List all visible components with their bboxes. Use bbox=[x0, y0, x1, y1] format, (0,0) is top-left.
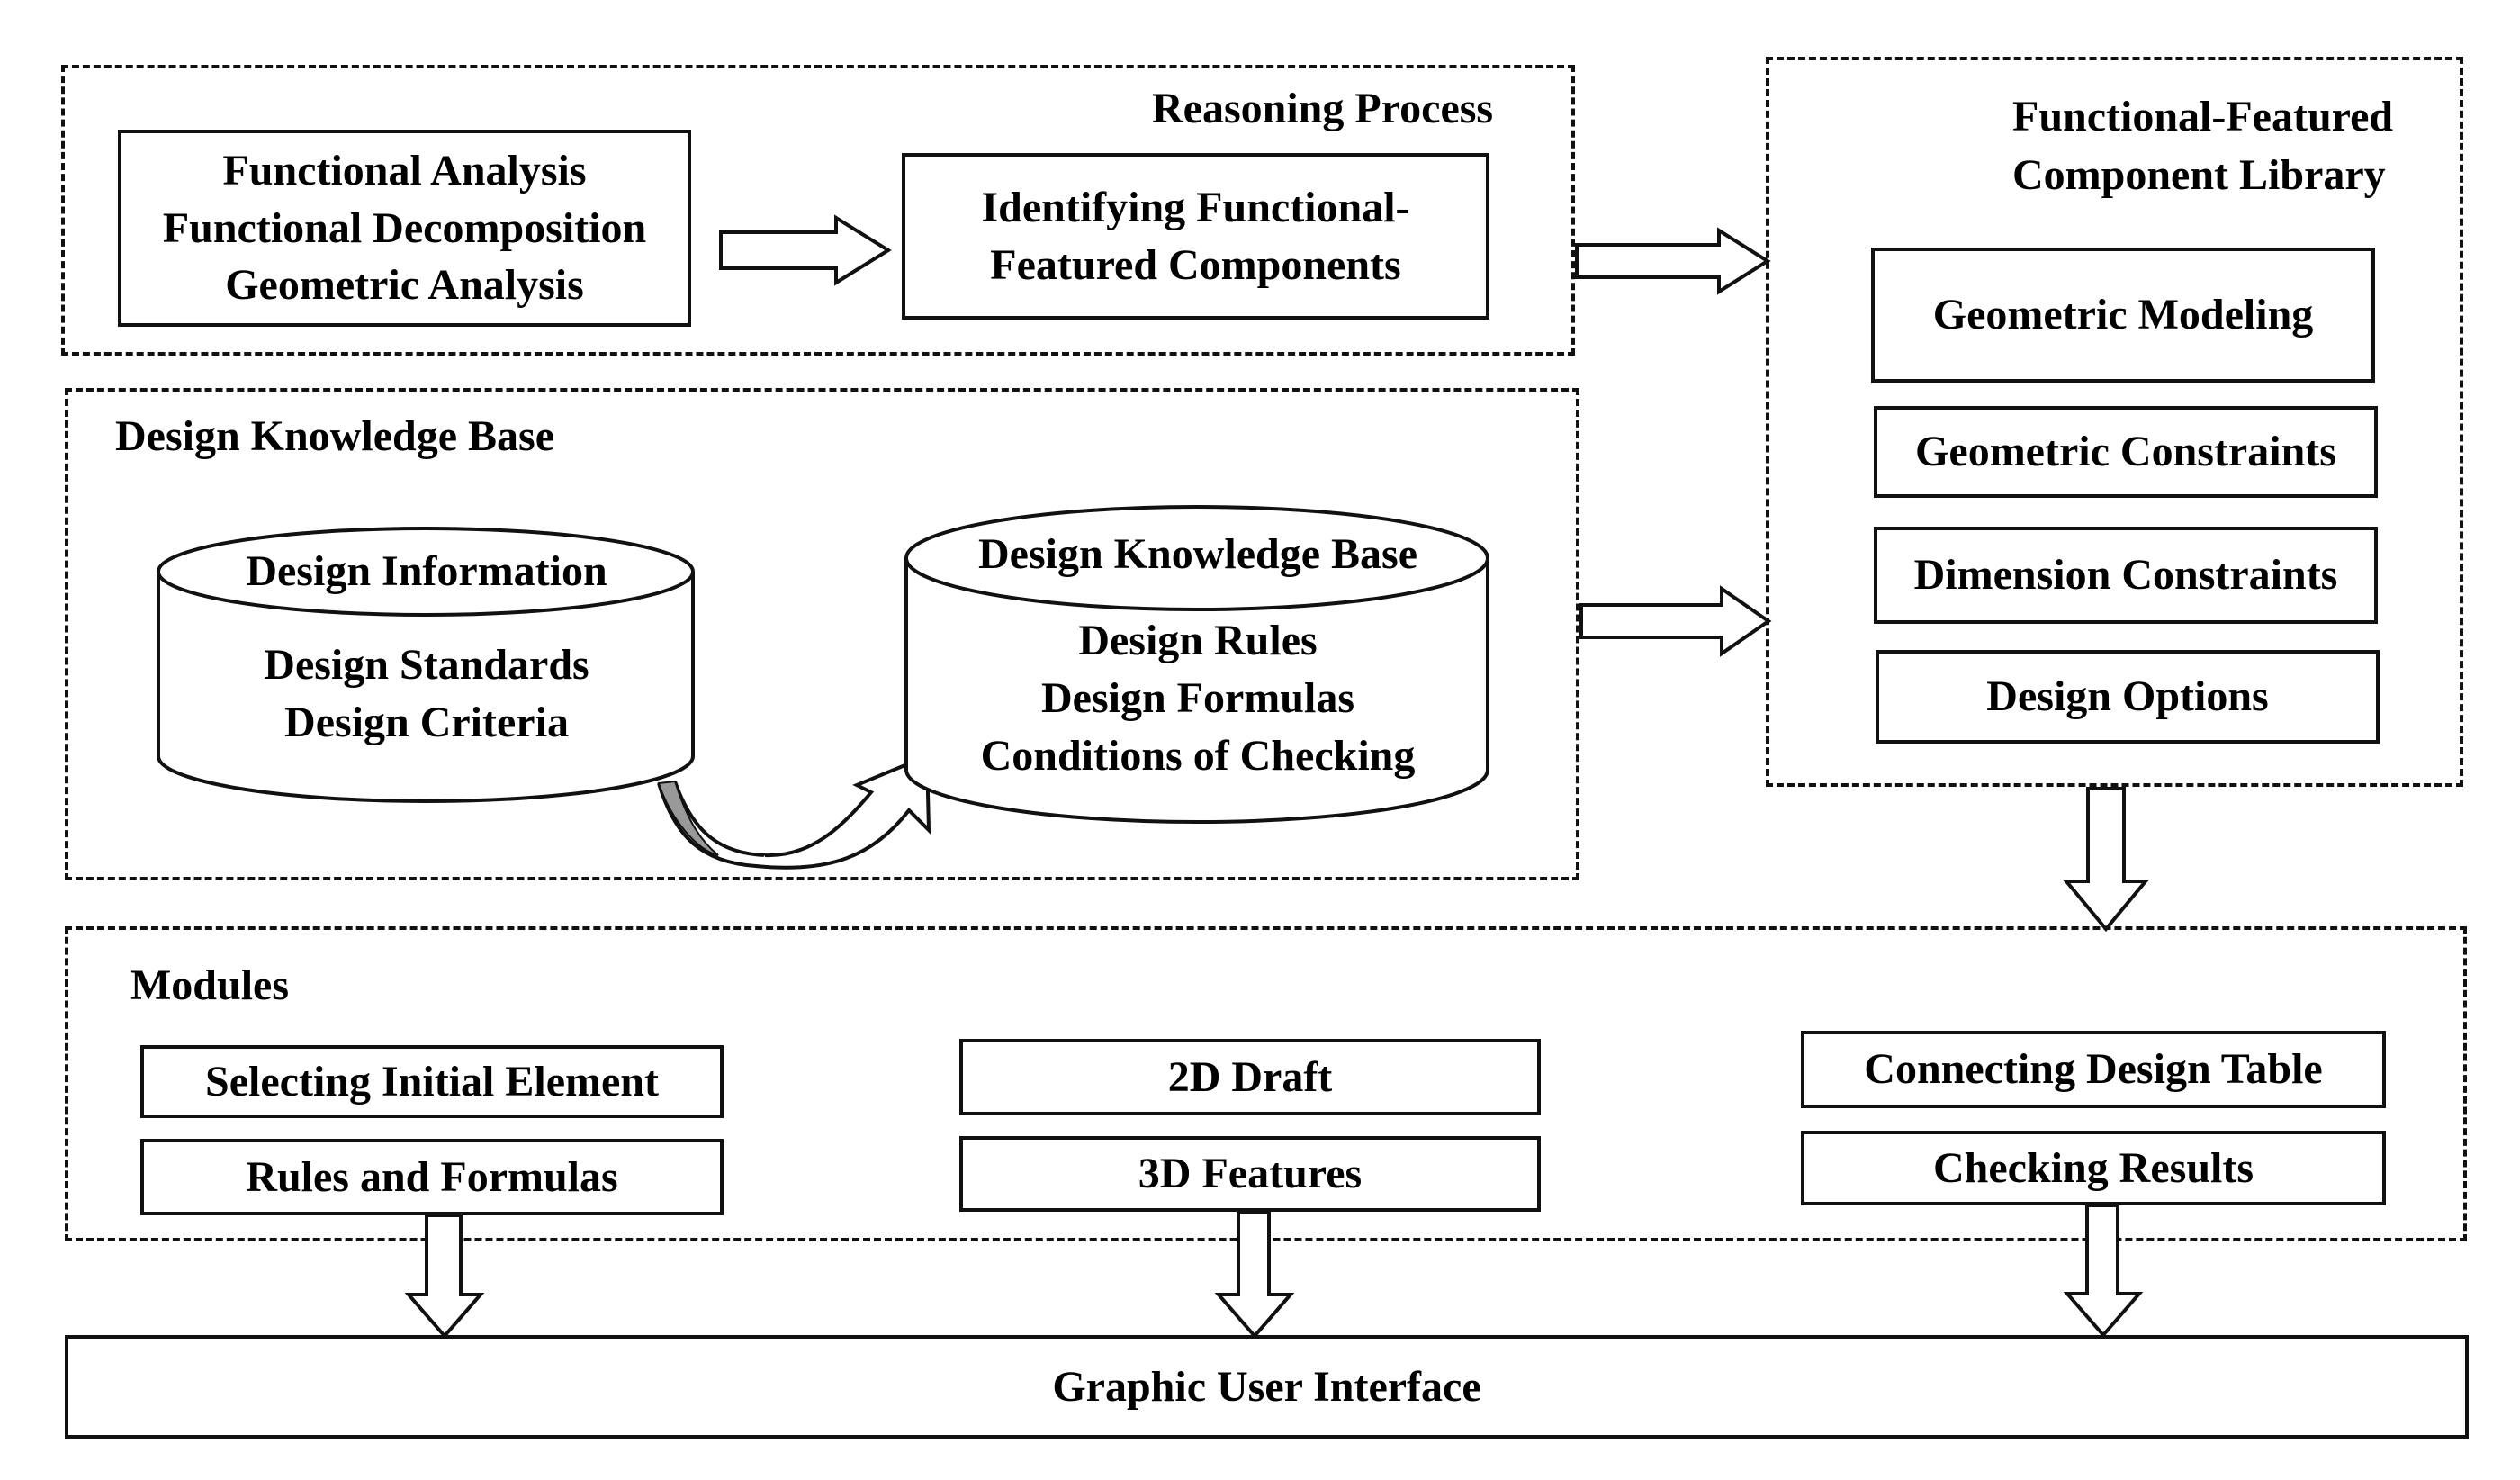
database-line: Design Standards bbox=[264, 641, 590, 689]
library-item-geometric-modeling: Geometric Modeling bbox=[1871, 248, 2375, 383]
library-item-label: Dimension Constraints bbox=[1913, 551, 2338, 600]
reasoning-process-title: Reasoning Process bbox=[1152, 85, 1494, 132]
module-rules-and-formulas: Rules and Formulas bbox=[140, 1139, 724, 1215]
design-knowledge-base-database: Design Knowledge Base Design Rules Desig… bbox=[904, 504, 1491, 832]
module-label: Selecting Initial Element bbox=[205, 1057, 659, 1105]
modules-title: Modules bbox=[130, 961, 290, 1009]
design-knowledge-base-title: Design Knowledge Base bbox=[115, 412, 555, 460]
analysis-line: Functional Analysis bbox=[222, 147, 587, 195]
library-item-label: Design Options bbox=[1986, 672, 2269, 721]
database-top-label: Design Information bbox=[246, 547, 608, 595]
module-3d-features: 3D Features bbox=[959, 1136, 1541, 1212]
identify-line: Identifying Functional- bbox=[981, 184, 1410, 232]
arrow-right-icon bbox=[1580, 585, 1772, 657]
analysis-line: Geometric Analysis bbox=[225, 261, 584, 310]
identify-components-box: Identifying Functional- Featured Compone… bbox=[902, 153, 1490, 320]
component-library-title: Functional-Featured Component Library bbox=[2012, 88, 2393, 205]
database-line: Conditions of Checking bbox=[980, 732, 1416, 780]
module-label: Connecting Design Table bbox=[1864, 1045, 2323, 1094]
analysis-box: Functional Analysis Functional Decomposi… bbox=[118, 130, 691, 327]
component-library-title-line: Functional-Featured bbox=[2012, 93, 2394, 140]
database-line: Design Formulas bbox=[1041, 674, 1354, 722]
library-item-label: Geometric Modeling bbox=[1932, 291, 2314, 339]
module-label: 3D Features bbox=[1138, 1150, 1363, 1198]
module-label: 2D Draft bbox=[1167, 1052, 1333, 1101]
component-library-title-line: Component Library bbox=[2012, 150, 2386, 199]
library-item-dimension-constraints: Dimension Constraints bbox=[1874, 527, 2378, 624]
design-information-database: Design Information Design Standards Desi… bbox=[157, 527, 697, 815]
arrow-down-icon bbox=[404, 1214, 485, 1340]
module-label: Rules and Formulas bbox=[246, 1152, 618, 1201]
database-line: Design Rules bbox=[1078, 617, 1318, 664]
arrow-down-icon bbox=[1214, 1210, 1295, 1340]
library-item-geometric-constraints: Geometric Constraints bbox=[1874, 406, 2378, 498]
arrow-down-icon bbox=[2062, 787, 2150, 933]
arrow-right-icon bbox=[719, 214, 892, 286]
gui-label: Graphic User Interface bbox=[1052, 1362, 1481, 1411]
arrow-right-icon bbox=[1575, 227, 1771, 295]
module-checking-results: Checking Results bbox=[1801, 1131, 2386, 1205]
graphic-user-interface-bar: Graphic User Interface bbox=[65, 1335, 2469, 1439]
database-top-label: Design Knowledge Base bbox=[977, 530, 1418, 578]
module-connecting-design-table: Connecting Design Table bbox=[1801, 1031, 2386, 1108]
database-line: Design Criteria bbox=[284, 699, 569, 746]
identify-line: Featured Components bbox=[990, 240, 1401, 289]
module-2d-draft: 2D Draft bbox=[959, 1039, 1541, 1115]
analysis-line: Functional Decomposition bbox=[162, 203, 647, 252]
arrow-down-icon bbox=[2063, 1204, 2144, 1339]
module-selecting-initial-element: Selecting Initial Element bbox=[140, 1045, 724, 1118]
library-item-design-options: Design Options bbox=[1876, 650, 2380, 744]
module-label: Checking Results bbox=[1932, 1143, 2254, 1192]
library-item-label: Geometric Constraints bbox=[1915, 428, 2336, 476]
